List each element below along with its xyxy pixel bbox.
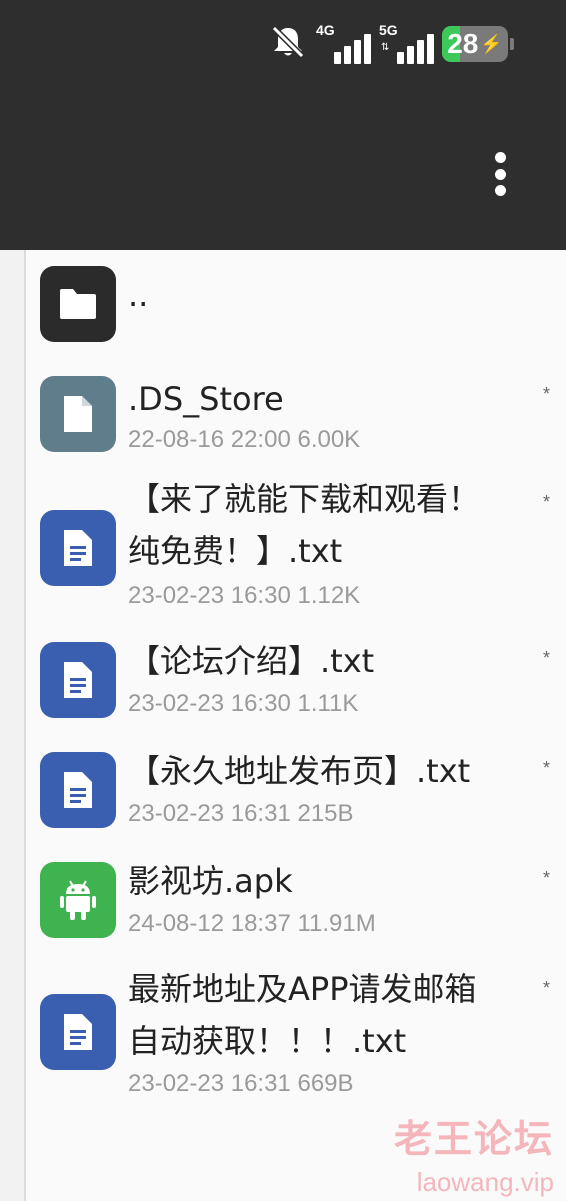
list-item[interactable]: .DS_Store 22-08-16 22:00 6.00K * (26, 370, 566, 470)
network-5g-signal: 5G ⇅ (379, 22, 434, 64)
file-meta: 23-02-23 16:31 215B (128, 800, 354, 827)
item-marker: * (542, 492, 550, 512)
file-name-line-1: 最新地址及APP请发邮箱 (128, 970, 477, 1008)
file-meta: 23-02-23 16:30 1.11K (128, 690, 359, 717)
file-name: 影视坊.apk (128, 862, 293, 900)
file-name: 【论坛介绍】.txt (128, 642, 375, 680)
watermark: 老王论坛 laowang.vip (354, 1108, 554, 1198)
file-meta: 23-02-23 16:30 1.12K (128, 582, 361, 609)
battery-level: 28 (447, 28, 479, 59)
file-list: .. .DS_Store 22-08-16 22:00 6.00K * 【来了就… (26, 250, 566, 1201)
list-item[interactable]: 【论坛介绍】.txt 23-02-23 16:30 1.11K * (26, 638, 566, 738)
android-icon (40, 862, 116, 938)
data-arrows-icon: ⇅ (381, 42, 390, 53)
list-item[interactable]: 【永久地址发布页】.txt 23-02-23 16:31 215B * (26, 748, 566, 848)
file-name: .DS_Store (128, 380, 284, 418)
file-icon (40, 376, 116, 452)
file-name: 【永久地址发布页】.txt (128, 752, 471, 790)
network-4g-label: 4G (316, 22, 335, 38)
signal-bars-icon (397, 34, 434, 64)
list-item-parent-folder[interactable]: .. (26, 260, 566, 360)
item-marker: * (542, 648, 550, 668)
list-item[interactable]: 【来了就能下载和观看！ 纯免费！】.txt 23-02-23 16:30 1.1… (26, 478, 566, 618)
drawer-edge (0, 250, 26, 1201)
battery-cap (510, 38, 514, 50)
list-item[interactable]: 影视坊.apk 24-08-12 18:37 11.91M * (26, 858, 566, 958)
folder-icon (40, 266, 116, 342)
item-marker: * (542, 758, 550, 778)
list-item[interactable]: 最新地址及APP请发邮箱 自动获取！！！.txt 23-02-23 16:31 … (26, 968, 566, 1118)
status-bar: 4G 5G ⇅ 28 ⚡ (268, 18, 514, 70)
battery-indicator: 28 ⚡ (442, 26, 508, 62)
network-5g-label: 5G (379, 22, 398, 38)
more-vert-icon[interactable] (488, 150, 512, 198)
text-file-icon (40, 642, 116, 718)
file-meta: 22-08-16 22:00 6.00K (128, 426, 361, 453)
item-marker: * (542, 868, 550, 888)
network-4g-signal: 4G (316, 22, 371, 64)
watermark-title: 老王论坛 (393, 1117, 554, 1161)
file-meta: 24-08-12 18:37 11.91M (128, 910, 376, 937)
text-file-icon (40, 994, 116, 1070)
signal-bars-icon (334, 34, 371, 64)
text-file-icon (40, 752, 116, 828)
watermark-url: laowang.vip (416, 1167, 554, 1197)
file-name-line-2: 自动获取！！！.txt (128, 1022, 407, 1060)
file-name-line-2: 纯免费！】.txt (128, 532, 343, 570)
text-file-icon (40, 510, 116, 586)
charging-bolt-icon: ⚡ (480, 33, 503, 54)
app-bar: 4G 5G ⇅ 28 ⚡ (0, 0, 566, 250)
bell-slash-icon (268, 22, 308, 66)
file-name-line-1: 【来了就能下载和观看！ (128, 480, 481, 518)
item-marker: * (542, 978, 550, 998)
item-marker: * (542, 384, 550, 404)
file-meta: 23-02-23 16:31 669B (128, 1070, 354, 1097)
file-name: .. (128, 276, 149, 314)
